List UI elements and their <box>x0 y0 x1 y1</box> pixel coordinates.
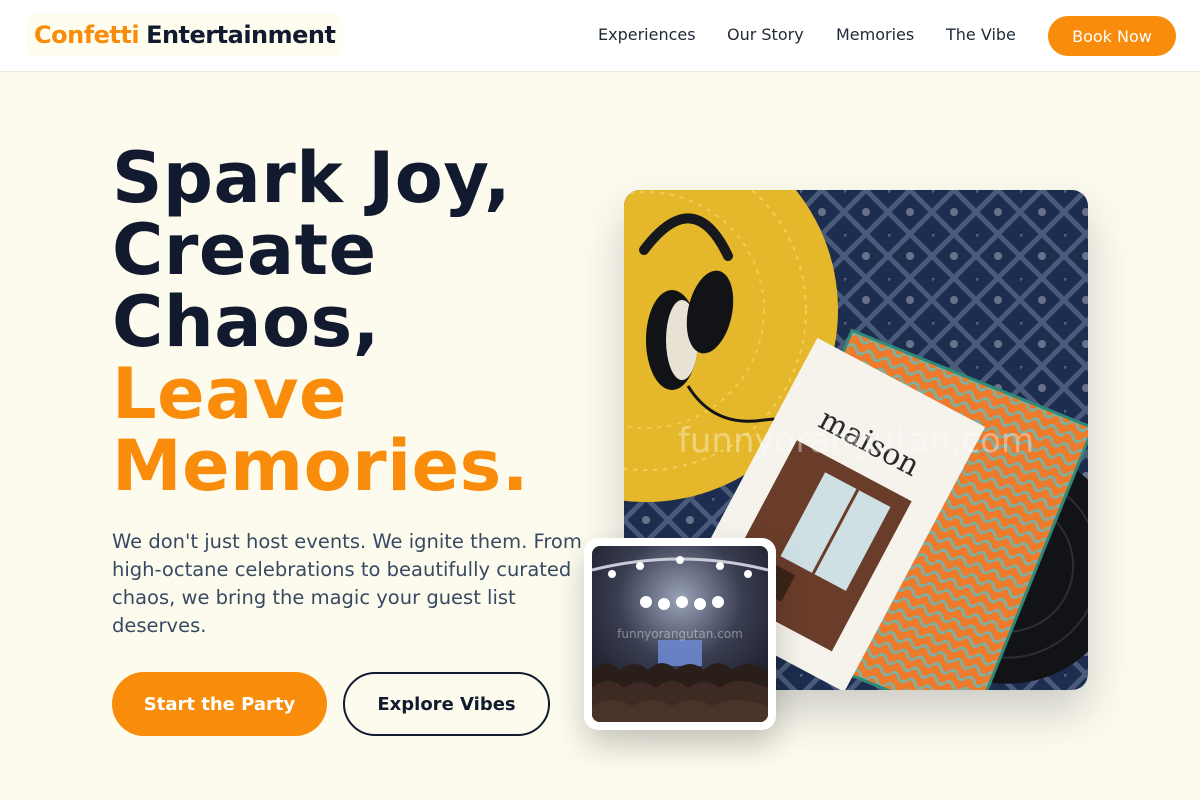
headline-line: Chaos, <box>112 281 380 363</box>
headline-highlight-line: Memories. <box>112 425 529 507</box>
hero-headline: Spark Joy, Create Chaos, Leave Memories. <box>112 142 529 502</box>
concert-photo-card: funnyorangutan.com <box>584 538 776 730</box>
nav-link-our-story[interactable]: Our Story <box>727 24 804 46</box>
explore-vibes-button[interactable]: Explore Vibes <box>343 672 550 736</box>
book-now-button[interactable]: Book Now <box>1048 16 1176 56</box>
headline-highlight-line: Leave <box>112 353 347 435</box>
concert-crowd-illustration: funnyorangutan.com <box>592 546 768 722</box>
nav-link-experiences[interactable]: Experiences <box>598 24 696 46</box>
nav-link-memories[interactable]: Memories <box>836 24 914 46</box>
brand-name-first: Confetti <box>34 21 140 49</box>
concert-photo: funnyorangutan.com <box>592 546 768 722</box>
hero-subtitle: We don't just host events. We ignite the… <box>112 530 582 637</box>
nav-link-the-vibe[interactable]: The Vibe <box>946 24 1016 46</box>
start-the-party-button[interactable]: Start the Party <box>112 672 327 736</box>
brand-name-second: Entertainment <box>146 21 336 49</box>
watermark: funnyorangutan.com <box>678 421 1034 461</box>
small-watermark: funnyorangutan.com <box>617 627 743 641</box>
headline-line: Create <box>112 209 377 291</box>
headline-line: Spark Joy, <box>112 137 512 219</box>
top-navigation: Confetti Entertainment Experiences Our S… <box>0 0 1200 72</box>
brand-logo[interactable]: Confetti Entertainment <box>26 14 344 56</box>
